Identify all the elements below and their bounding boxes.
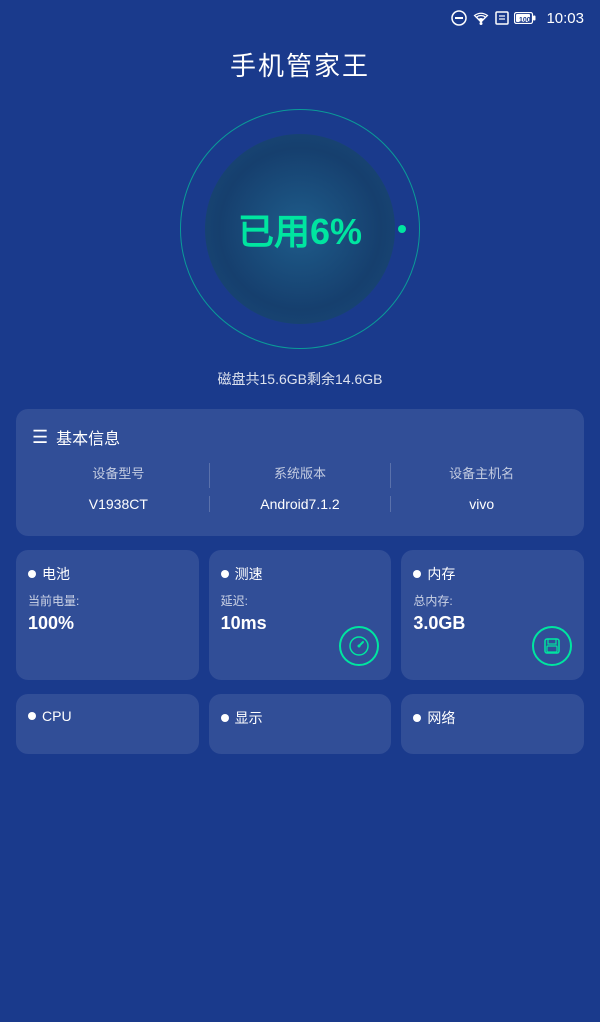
info-value-text-0: V1938CT bbox=[32, 496, 205, 512]
bottom-cpu-header: CPU bbox=[28, 708, 187, 724]
battery-icon: 100 bbox=[514, 12, 536, 24]
stat-card-memory[interactable]: 内存 总内存: 3.0GB bbox=[401, 550, 584, 680]
stat-battery-dot bbox=[28, 570, 36, 578]
basic-info-title: 基本信息 bbox=[56, 425, 120, 449]
info-value-text-1: Android7.1.2 bbox=[214, 496, 387, 512]
info-value-0: V1938CT bbox=[32, 496, 205, 512]
stat-memory-header: 内存 bbox=[413, 564, 572, 584]
basic-info-card: ☰ 基本信息 设备型号 系统版本 设备主机名 V1938CT Android7.… bbox=[16, 409, 584, 536]
bottom-grid: CPU 显示 网络 bbox=[16, 694, 584, 754]
stat-memory-label: 总内存: bbox=[413, 592, 572, 609]
stat-speed-header: 测速 bbox=[221, 564, 380, 584]
bottom-cpu-title: CPU bbox=[42, 708, 72, 724]
info-label-1: 系统版本 bbox=[214, 463, 387, 488]
bottom-card-display[interactable]: 显示 bbox=[209, 694, 392, 754]
info-value-1: Android7.1.2 bbox=[214, 496, 387, 512]
bottom-network-header: 网络 bbox=[413, 708, 572, 728]
disk-info: 磁盘共15.6GB剩余14.6GB bbox=[0, 369, 600, 409]
stat-card-battery[interactable]: 电池 当前电量: 100% bbox=[16, 550, 199, 680]
gauge-wrapper: 已用6% bbox=[180, 109, 420, 349]
dnd-icon bbox=[451, 10, 467, 26]
stat-battery-label: 当前电量: bbox=[28, 592, 187, 609]
bottom-display-dot bbox=[221, 714, 229, 722]
status-bar: 100 10:03 bbox=[0, 0, 600, 36]
info-icon: ☰ bbox=[32, 427, 48, 448]
save-icon bbox=[532, 626, 572, 666]
bottom-network-title: 网络 bbox=[427, 708, 455, 728]
info-value-2: vivo bbox=[395, 496, 568, 512]
app-title: 手机管家王 bbox=[230, 51, 370, 81]
bottom-display-title: 显示 bbox=[235, 708, 263, 728]
gauge-container: 已用6% bbox=[0, 99, 600, 369]
stats-grid: 电池 当前电量: 100% 测速 延迟: 10ms 内存 总内存: 3.0GB bbox=[16, 550, 584, 680]
stat-battery-header: 电池 bbox=[28, 564, 187, 584]
info-label-2: 设备主机名 bbox=[395, 463, 568, 488]
stat-speed-title: 测速 bbox=[235, 564, 263, 584]
speedometer-icon bbox=[339, 626, 379, 666]
stat-speed-dot bbox=[221, 570, 229, 578]
info-label-0: 设备型号 bbox=[32, 463, 205, 488]
app-header: 手机管家王 bbox=[0, 36, 600, 99]
signal-icon bbox=[495, 11, 509, 25]
stat-memory-dot bbox=[413, 570, 421, 578]
info-values-row: V1938CT Android7.1.2 vivo bbox=[32, 496, 568, 512]
stat-battery-title: 电池 bbox=[42, 564, 70, 584]
bottom-display-header: 显示 bbox=[221, 708, 380, 728]
gauge-inner-circle: 已用6% bbox=[205, 134, 395, 324]
stat-memory-title: 内存 bbox=[427, 564, 455, 584]
info-value-text-2: vivo bbox=[395, 496, 568, 512]
status-icons: 100 bbox=[451, 10, 536, 26]
info-label-text-1: 系统版本 bbox=[214, 463, 387, 482]
bottom-network-dot bbox=[413, 714, 421, 722]
stat-card-speed[interactable]: 测速 延迟: 10ms bbox=[209, 550, 392, 680]
svg-text:100: 100 bbox=[519, 17, 531, 24]
stat-battery-value: 100% bbox=[28, 613, 187, 634]
gauge-percent-text: 已用6% bbox=[238, 203, 362, 255]
bottom-card-network[interactable]: 网络 bbox=[401, 694, 584, 754]
status-time: 10:03 bbox=[546, 10, 584, 27]
info-label-text-0: 设备型号 bbox=[32, 463, 205, 482]
basic-info-header: ☰ 基本信息 bbox=[32, 425, 568, 449]
bottom-cpu-dot bbox=[28, 712, 36, 720]
info-label-text-2: 设备主机名 bbox=[395, 463, 568, 482]
info-labels-row: 设备型号 系统版本 设备主机名 bbox=[32, 463, 568, 488]
gauge-dot-right bbox=[398, 225, 406, 233]
bottom-card-cpu[interactable]: CPU bbox=[16, 694, 199, 754]
wifi-icon bbox=[472, 11, 490, 25]
stat-speed-label: 延迟: bbox=[221, 592, 380, 609]
